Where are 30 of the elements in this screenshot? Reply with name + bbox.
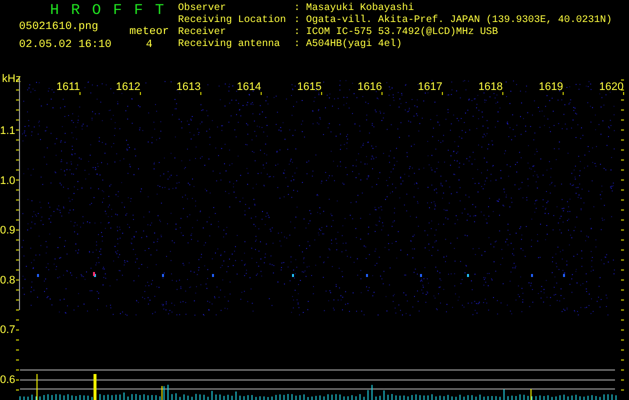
y-tick-label: 0.6	[0, 374, 16, 386]
y-tick-label: 0.9	[0, 224, 16, 237]
y-tick-label: 1.0	[0, 174, 16, 187]
x-tick-label: 1612	[116, 81, 140, 93]
x-tick-label: 1619	[538, 81, 564, 93]
x-tick-label: 1616	[358, 81, 382, 93]
info-label: Receiving antenna	[178, 39, 282, 51]
date-time: 02.05.02 16:10	[19, 39, 112, 51]
x-tick-label: 1615	[297, 81, 322, 93]
file-name: 05021610.png	[19, 21, 100, 33]
x-tick-label: 1611	[56, 81, 80, 93]
info-value: : A504HB(yagi 4el)	[294, 39, 402, 51]
y-tick-label: 0.8	[0, 274, 16, 286]
meteor-label: meteor	[129, 26, 170, 38]
y-tick-label: 1.1	[0, 125, 16, 137]
y-unit-label: kHz	[2, 73, 21, 85]
x-tick-label: 1620	[599, 81, 624, 93]
info-value: : Ogata-vill. Akita-Pref. JAPAN (139.9303E, 40.0231N)	[294, 15, 612, 26]
x-tick-label: 1614	[236, 81, 262, 93]
meteor-count: 4	[146, 39, 153, 51]
info-value: : ICOM IC-575 53.7492(@LCD)MHz USB	[294, 27, 498, 38]
app-title: HROFFT	[49, 3, 178, 18]
info-value: : Masayuki Kobayashi	[294, 3, 414, 14]
y-tick-label: 0.7	[0, 324, 16, 336]
info-label: Observer	[178, 3, 228, 14]
info-label: Receiving Location	[178, 15, 288, 26]
x-tick-label: 1613	[176, 81, 201, 93]
x-tick-label: 1617	[418, 81, 442, 93]
info-label: Receiver	[178, 27, 228, 38]
x-tick-label: 1618	[478, 81, 503, 93]
